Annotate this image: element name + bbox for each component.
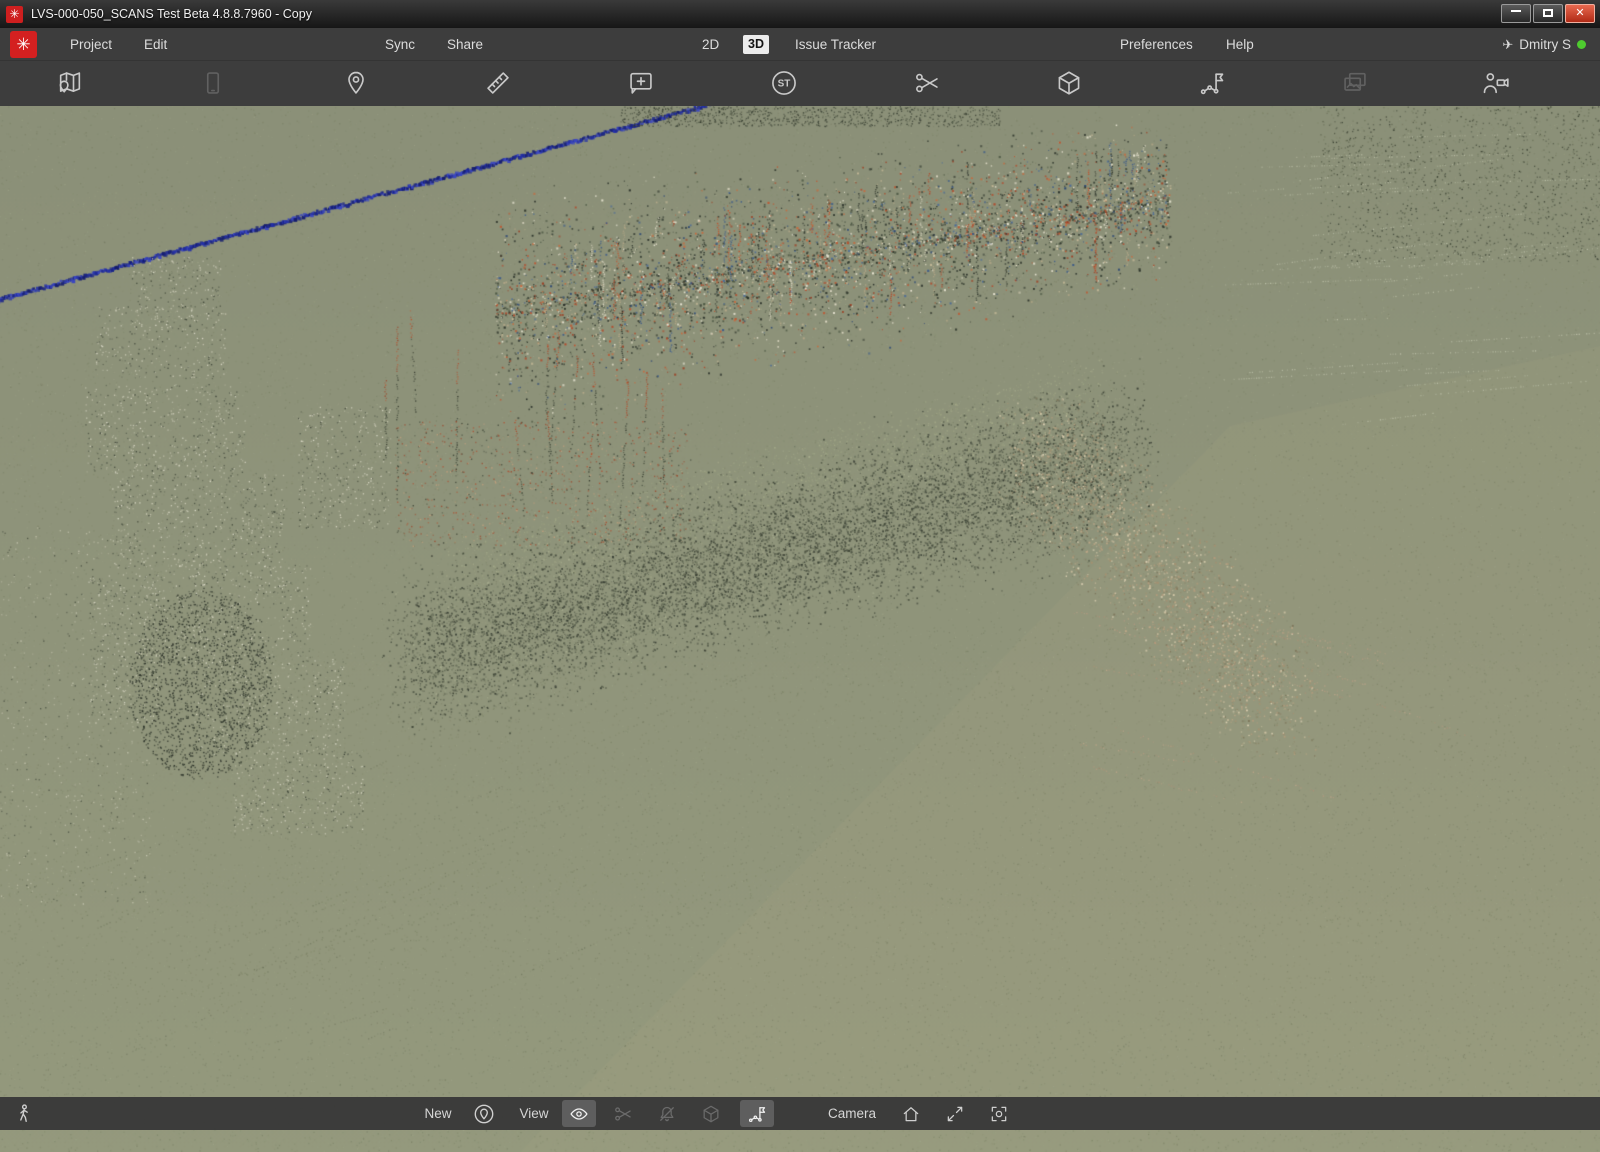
title-bar: ✳ LVS-000-050_SCANS Test Beta 4.8.8.7960… [0, 0, 1600, 28]
menu-bar: ✳ Project Edit Sync Share 2D 3D Issue Tr… [0, 28, 1600, 61]
menu-project[interactable]: Project [70, 28, 112, 61]
home-view-button[interactable] [896, 1097, 926, 1130]
bell-muted-icon [657, 1104, 677, 1124]
person-camera-icon [1481, 69, 1509, 97]
bottom-toolbar: New View Camera [0, 1097, 1600, 1130]
maximize-icon [1543, 9, 1553, 17]
cube-bottom-button [696, 1097, 726, 1130]
app-logo-icon: ✳ [6, 6, 23, 23]
user-name: Dmitry S [1519, 37, 1571, 52]
online-status-dot [1577, 40, 1586, 49]
location-pin-icon [342, 69, 370, 97]
fit-view-button[interactable] [940, 1097, 970, 1130]
scissors-icon [613, 1104, 633, 1124]
expand-arrows-icon [945, 1104, 965, 1124]
cube-icon [701, 1104, 721, 1124]
notifications-off-button [652, 1097, 682, 1130]
add-comment-icon [627, 69, 655, 97]
walkthrough-camera-button[interactable] [1477, 65, 1513, 101]
cube-view-button[interactable] [1051, 65, 1087, 101]
images-icon [1341, 69, 1369, 97]
clip-button[interactable] [909, 65, 945, 101]
svg-text:ST: ST [778, 79, 791, 90]
station-button[interactable]: ST [766, 65, 802, 101]
mode-3d-button[interactable]: 3D [743, 35, 769, 54]
walking-person-icon [13, 1103, 35, 1125]
path-tool-button[interactable] [1194, 65, 1230, 101]
path-mode-button[interactable] [740, 1100, 774, 1127]
menu-help[interactable]: Help [1226, 28, 1254, 61]
cube-icon [1055, 69, 1083, 97]
walk-mode-button[interactable] [10, 1097, 38, 1130]
home-icon [901, 1104, 921, 1124]
focus-capture-icon [989, 1104, 1009, 1124]
menu-share[interactable]: Share [447, 28, 483, 61]
plane-icon: ✈ [1502, 37, 1513, 53]
station-icon: ST [770, 69, 798, 97]
add-comment-button[interactable] [623, 65, 659, 101]
user-account[interactable]: ✈ Dmitry S [1502, 28, 1586, 61]
menu-edit[interactable]: Edit [144, 28, 167, 61]
scissors-icon [913, 69, 941, 97]
window-title: LVS-000-050_SCANS Test Beta 4.8.8.7960 -… [31, 7, 312, 21]
path-flag-icon [747, 1104, 767, 1124]
measure-button[interactable] [480, 65, 516, 101]
path-flag-icon [1198, 69, 1226, 97]
menu-preferences[interactable]: Preferences [1120, 28, 1193, 61]
minimize-icon [1511, 10, 1521, 12]
view-menu[interactable]: View [512, 1097, 556, 1130]
images-button [1337, 65, 1373, 101]
camera-menu[interactable]: Camera [822, 1097, 882, 1130]
menu-issue-tracker[interactable]: Issue Tracker [795, 28, 876, 61]
close-button[interactable]: ✕ [1565, 4, 1595, 23]
add-location-button[interactable] [338, 65, 374, 101]
ruler-icon [484, 69, 512, 97]
menu-sync[interactable]: Sync [385, 28, 415, 61]
view-eye-button[interactable] [562, 1100, 596, 1127]
pin-circle-icon [473, 1103, 495, 1125]
eye-icon [569, 1104, 589, 1124]
minimize-button[interactable] [1501, 4, 1531, 23]
viewport-canvas[interactable] [0, 106, 1600, 1152]
maximize-button[interactable] [1533, 4, 1563, 23]
map-location-icon [56, 69, 84, 97]
map-view-button[interactable] [52, 65, 88, 101]
main-toolbar: ST [0, 61, 1600, 106]
mode-2d-button[interactable]: 2D [702, 28, 719, 61]
clip-bottom-button [608, 1097, 638, 1130]
capture-view-button[interactable] [984, 1097, 1014, 1130]
new-point-button[interactable] [470, 1097, 498, 1130]
app-menu-logo-icon[interactable]: ✳ [10, 31, 37, 58]
new-menu[interactable]: New [416, 1097, 460, 1130]
device-panel-button [195, 65, 231, 101]
device-icon [199, 69, 227, 97]
